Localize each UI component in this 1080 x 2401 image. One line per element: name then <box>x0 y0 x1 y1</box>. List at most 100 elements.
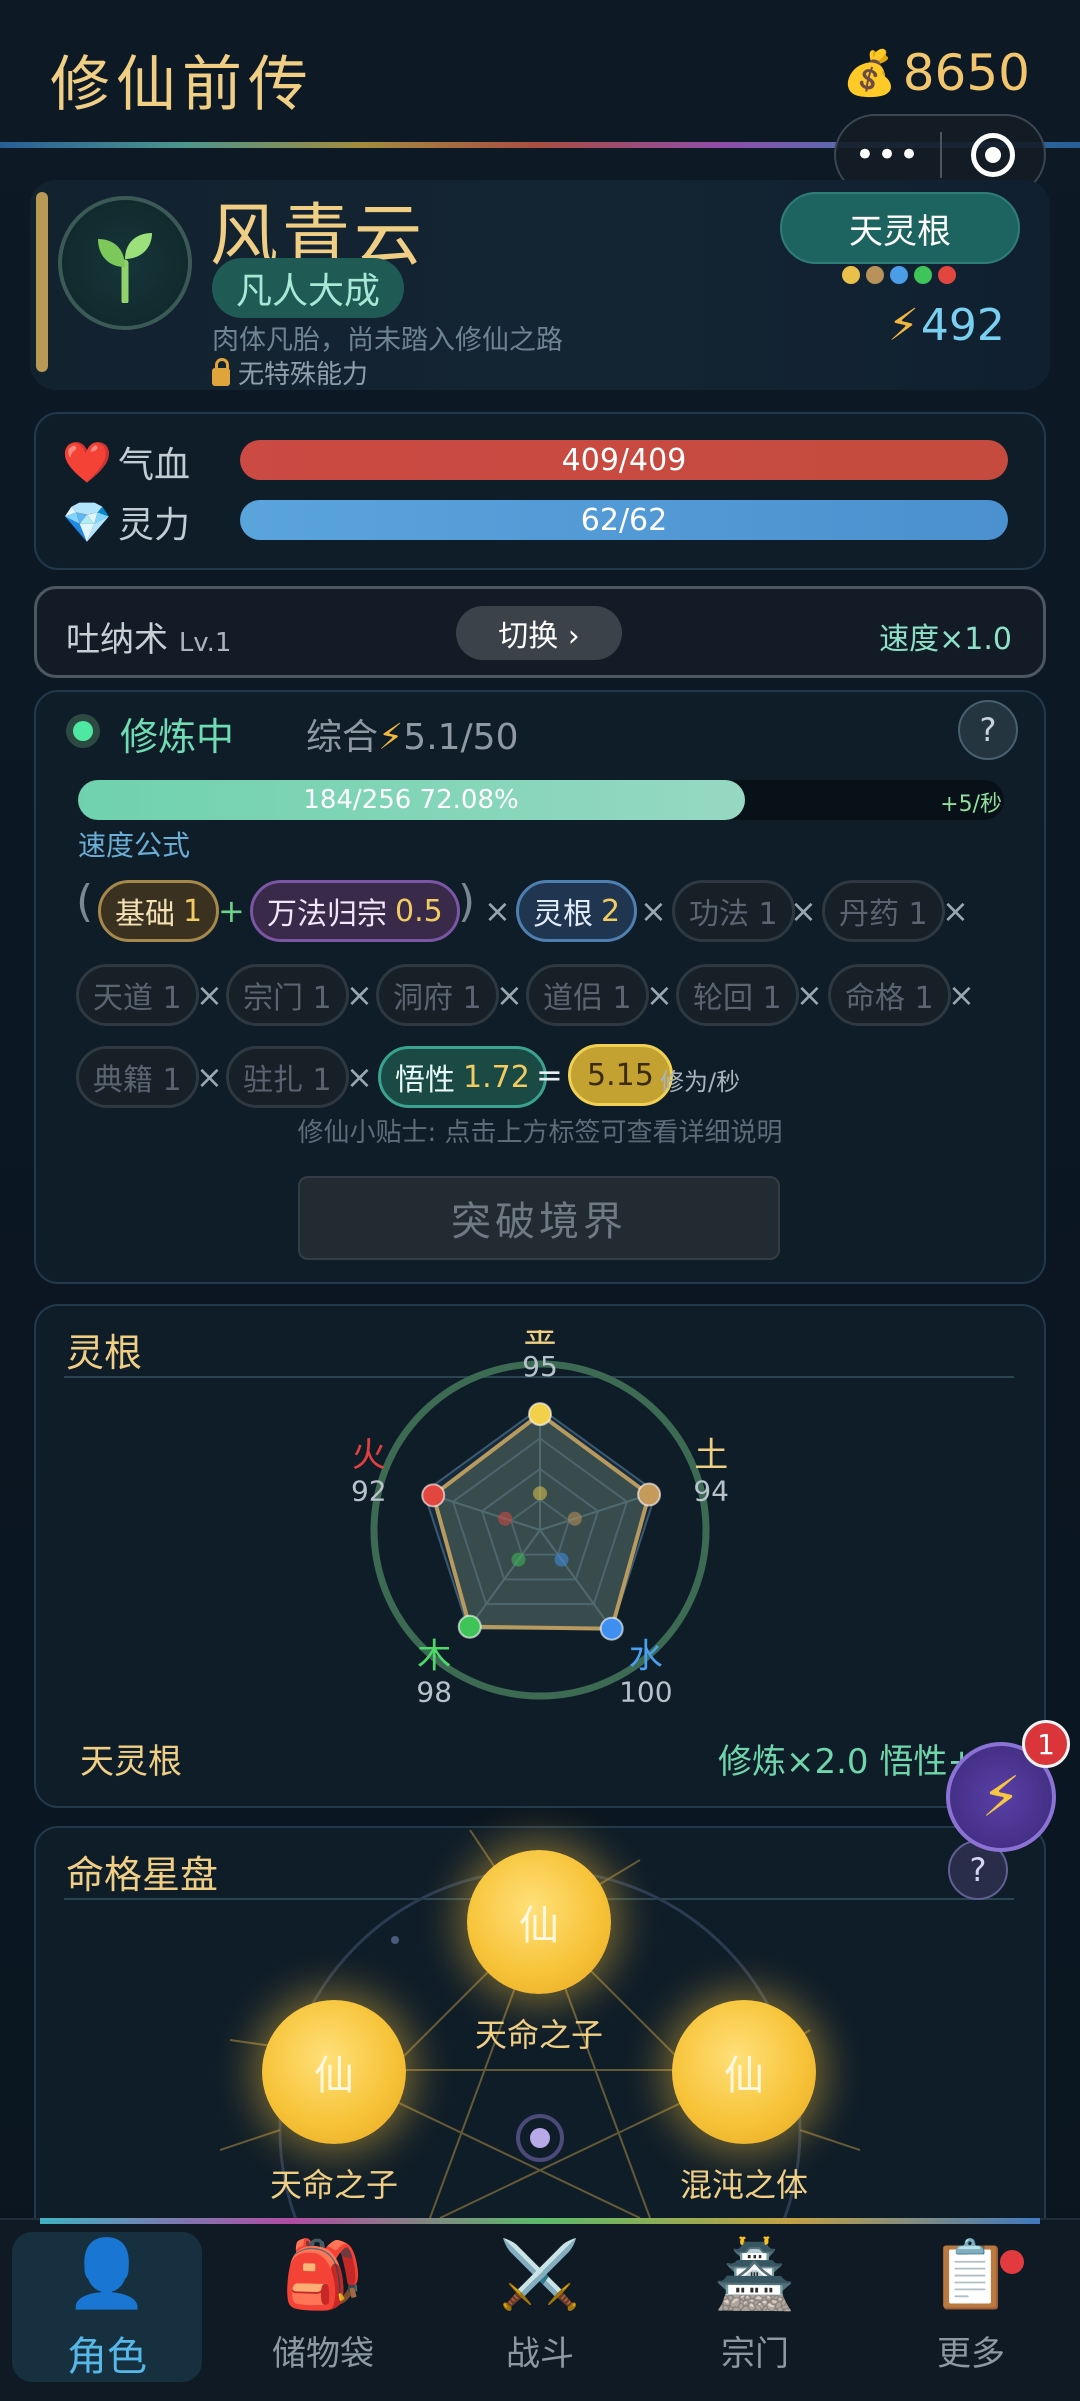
ability-text: 无特殊能力 <box>238 360 369 390</box>
radar-axis-label: 金 <box>523 1330 557 1351</box>
coin-balance: 💰 8650 <box>842 44 1030 102</box>
chip-base-label: 基础 <box>115 897 175 932</box>
nav-item-character[interactable]: 👤 角色 <box>12 2232 202 2382</box>
radar-inner-point <box>511 1552 526 1567</box>
nav-item-inventory[interactable]: 🎒 储物袋 <box>228 2232 418 2382</box>
close-mini-program-button[interactable] <box>942 133 1044 177</box>
radar-inner-point <box>498 1511 513 1526</box>
technique-name: 吐纳术 Lv.1 <box>66 612 231 661</box>
chip-root-value: 2 <box>601 893 621 929</box>
total-value: 5.1/50 <box>403 717 519 758</box>
radar-axis-value: 100 <box>619 1676 672 1709</box>
chip-tiandao[interactable]: 天道 1 <box>76 964 199 1026</box>
chip-method[interactable]: 万法归宗 0.5 <box>250 880 460 942</box>
status-indicator <box>66 714 100 748</box>
times-operator: × <box>196 976 223 1014</box>
chip-root-label: 灵根 <box>533 897 593 932</box>
fate-orb-label: 天命之子 <box>269 2166 398 2204</box>
nav-label: 储物袋 <box>272 2334 374 2374</box>
more-menu-button[interactable]: ••• <box>836 135 940 175</box>
element-dot <box>890 266 908 284</box>
fate-orb[interactable]: 仙 <box>262 2000 406 2144</box>
chip-base-value: 1 <box>183 893 203 929</box>
chip-mingge[interactable]: 命格 1 <box>828 964 951 1026</box>
times-operator: × <box>484 892 511 930</box>
lock-icon <box>212 357 230 386</box>
nav-label: 宗门 <box>721 2334 789 2374</box>
element-dot <box>938 266 956 284</box>
chip-dongfu[interactable]: 洞府 1 <box>376 964 499 1026</box>
character-description: 肉体凡胎，尚未踏入修仙之路 <box>212 325 563 356</box>
fate-orb-label: 混沌之体 <box>679 2166 808 2204</box>
spirit-root-radar[interactable]: 金95 土94 水100 木98 火92 <box>340 1330 740 1730</box>
chip-gongfa[interactable]: 功法 1 <box>672 880 795 942</box>
fate-orb[interactable]: 仙 <box>672 2000 816 2144</box>
hp-row: ❤️ 气血 <box>62 436 238 488</box>
breakthrough-button[interactable]: 突破境界 <box>298 1176 780 1260</box>
times-operator: × <box>496 976 523 1014</box>
special-ability: 无特殊能力 <box>212 354 368 391</box>
radar-axis-label: 土 <box>694 1435 728 1475</box>
chip-method-value: 0.5 <box>395 893 443 929</box>
avatar[interactable] <box>58 196 192 330</box>
nav-item-more[interactable]: 📋 更多 <box>876 2232 1066 2382</box>
cultivation-progress-text: 184/256 72.08% <box>303 785 519 815</box>
lightning-icon: ⚡ <box>981 1764 1021 1830</box>
technique-title: 吐纳术 <box>66 620 168 660</box>
cultivation-tip: 修仙小贴士: 点击上方标签可查看详细说明 <box>297 1118 783 1148</box>
chip-root[interactable]: 灵根 2 <box>516 880 638 942</box>
technique-level: Lv.1 <box>178 628 232 658</box>
chip-wuxing-value: 1.72 <box>463 1059 530 1095</box>
app-title: 修仙前传 <box>50 50 314 120</box>
spirit-root-title: 灵根 <box>66 1331 143 1375</box>
cultivation-help-button[interactable]: ? <box>958 700 1018 760</box>
nav-label: 角色 <box>67 2334 147 2380</box>
chip-danyao[interactable]: 丹药 1 <box>822 880 945 942</box>
radar-point-水 <box>599 1616 624 1641</box>
radar-inner-point <box>554 1552 569 1567</box>
mp-bar: 62/62 <box>240 500 1008 540</box>
chip-result[interactable]: 5.15 <box>568 1044 673 1106</box>
times-operator: × <box>640 892 667 930</box>
times-operator: × <box>346 976 373 1014</box>
pagoda-icon: 🏯 <box>713 2236 797 2313</box>
coin-amount: 8650 <box>902 44 1030 102</box>
times-operator: × <box>942 892 969 930</box>
radar-point-木 <box>457 1614 482 1639</box>
element-dot <box>842 266 860 284</box>
fate-orb[interactable]: 仙 <box>467 1850 611 1994</box>
chip-zhuzha[interactable]: 驻扎 1 <box>226 1046 349 1108</box>
chip-zongmen[interactable]: 宗门 1 <box>226 964 349 1026</box>
chip-daolv[interactable]: 道侣 1 <box>526 964 649 1026</box>
target-icon <box>970 133 1015 177</box>
element-dot <box>866 266 884 284</box>
switch-technique-button[interactable]: 切换 › <box>456 606 622 660</box>
nav-item-battle[interactable]: ⚔️ 战斗 <box>445 2232 635 2382</box>
radar-axis-label: 水 <box>629 1637 663 1677</box>
diamond-icon: 💎 <box>62 499 112 546</box>
nav-item-sect[interactable]: 🏯 宗门 <box>660 2232 850 2382</box>
spirit-root-type: 天灵根 <box>80 1742 182 1782</box>
mp-row: 💎 灵力 <box>62 496 238 548</box>
chip-wuxing[interactable]: 悟性 1.72 <box>378 1046 547 1108</box>
times-operator: × <box>346 1058 373 1096</box>
cultivation-status: 修炼中 <box>120 715 235 759</box>
radar-point-火 <box>421 1483 446 1508</box>
chip-dianji[interactable]: 典籍 1 <box>76 1046 199 1108</box>
lightning-icon: ⚡ <box>378 717 404 758</box>
times-operator: × <box>790 892 817 930</box>
notification-badge: 1 <box>1022 1720 1070 1768</box>
formula-label: 速度公式 <box>78 829 191 862</box>
radar-area <box>430 1411 652 1631</box>
element-dot <box>914 266 932 284</box>
heart-icon: ❤️ <box>62 439 112 486</box>
chip-lunhui[interactable]: 轮回 1 <box>676 964 799 1026</box>
crossed-swords-icon: ⚔️ <box>498 2236 582 2313</box>
times-operator: × <box>948 976 975 1014</box>
radar-axis-label: 木 <box>417 1637 451 1677</box>
chip-base[interactable]: 基础 1 <box>98 880 220 942</box>
backpack-icon: 🎒 <box>281 2236 365 2313</box>
fate-title: 命格星盘 <box>66 1853 219 1897</box>
spirit-root-badge[interactable]: 天灵根 <box>780 192 1020 264</box>
element-dots <box>842 266 956 284</box>
